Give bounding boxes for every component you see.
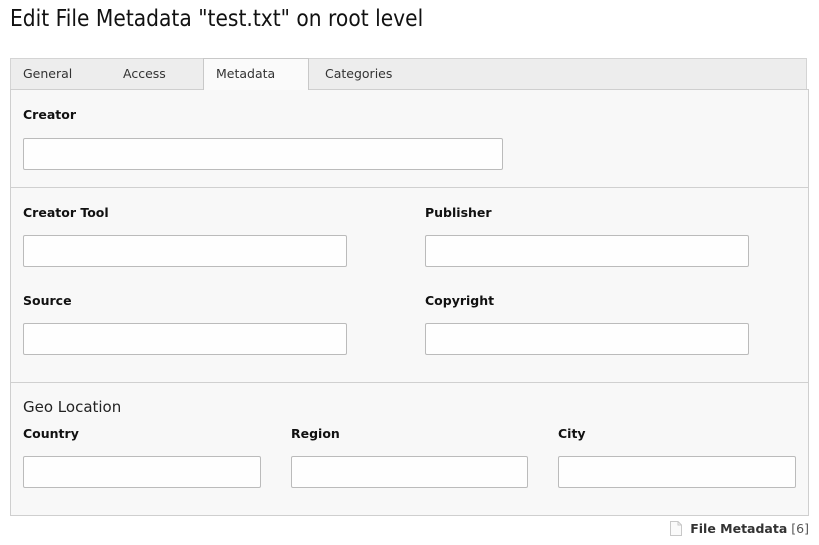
section-divider: [11, 382, 808, 383]
tab-general[interactable]: General: [11, 59, 111, 90]
section-divider: [11, 187, 808, 188]
city-input[interactable]: [558, 456, 796, 488]
page-title: Edit File Metadata "test.txt" on root le…: [10, 6, 424, 32]
tab-metadata[interactable]: Metadata: [203, 58, 309, 90]
source-input[interactable]: [23, 323, 347, 355]
region-input[interactable]: [291, 456, 528, 488]
publisher-label: Publisher: [425, 205, 492, 220]
creator-input[interactable]: [23, 138, 503, 170]
city-label: City: [558, 426, 586, 441]
creator-label: Creator: [23, 107, 76, 122]
tab-access[interactable]: Access: [111, 59, 203, 90]
copyright-label: Copyright: [425, 293, 495, 308]
publisher-input[interactable]: [425, 235, 749, 267]
geo-location-heading: Geo Location: [23, 398, 122, 416]
creator-tool-input[interactable]: [23, 235, 347, 267]
metadata-panel: Creator Creator Tool Publisher Source Co…: [10, 89, 809, 516]
creator-tool-label: Creator Tool: [23, 205, 109, 220]
document-icon: [670, 521, 683, 536]
record-type: File Metadata: [690, 521, 788, 536]
source-label: Source: [23, 293, 72, 308]
country-label: Country: [23, 426, 79, 441]
country-input[interactable]: [23, 456, 261, 488]
record-info: File Metadata [6]: [670, 521, 809, 536]
region-label: Region: [291, 426, 340, 441]
tab-categories[interactable]: Categories: [313, 59, 413, 90]
tab-bar: General Access Metadata Categories: [10, 58, 807, 90]
record-id: [6]: [791, 521, 809, 536]
copyright-input[interactable]: [425, 323, 749, 355]
